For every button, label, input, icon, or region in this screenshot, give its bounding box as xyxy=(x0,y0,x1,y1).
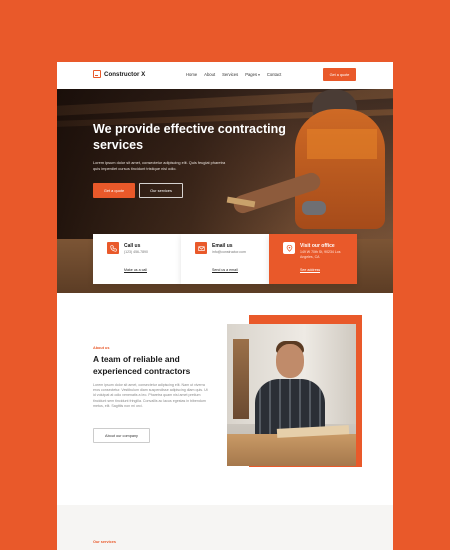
call-us-phone: (123) 456-7890 xyxy=(124,250,148,254)
photo-workbench xyxy=(227,434,356,466)
email-us-address: info@constructor.com xyxy=(212,250,246,254)
visit-office-title: Visit our office xyxy=(300,243,335,249)
about-company-button[interactable]: About our company xyxy=(93,428,150,443)
visit-office-card: Visit our office 149 W 70th St, 90234 Lo… xyxy=(269,234,357,284)
contractor-photo xyxy=(227,324,356,466)
photo-face xyxy=(276,344,304,378)
photo-shelf xyxy=(233,339,249,419)
email-us-title: Email us xyxy=(212,243,233,249)
nav-item-home[interactable]: Home xyxy=(186,72,197,77)
logo-square-icon xyxy=(93,70,101,78)
hero-text: Lorem ipsum dolor sit amet, consectetur … xyxy=(93,160,226,171)
nav-item-about[interactable]: About xyxy=(204,72,215,77)
logo-text: Constructor X xyxy=(104,70,146,78)
nav-item-contact[interactable]: Contact xyxy=(267,72,281,77)
services-kicker: Our services xyxy=(93,540,117,544)
main-menu: Home About Services Pages▾ Contact xyxy=(186,72,281,77)
nav-item-services[interactable]: Services xyxy=(222,72,238,77)
hero-title: We provide effective contracting service… xyxy=(93,122,286,152)
about-text: Lorem ipsum dolor sit amet, consectetur … xyxy=(93,383,208,408)
location-pin-icon xyxy=(283,242,295,254)
phone-icon xyxy=(107,242,119,254)
hero-worker-glove xyxy=(302,201,326,215)
about-section: About us A team of reliable and experien… xyxy=(57,293,393,493)
about-title: A team of reliable and experienced contr… xyxy=(93,354,191,376)
hero-our-services-button[interactable]: Our services xyxy=(139,183,183,198)
nav-item-pages[interactable]: Pages▾ xyxy=(245,72,260,77)
about-kicker: About us xyxy=(93,346,110,350)
services-section: Our services xyxy=(57,505,393,550)
call-us-card: Call us (123) 456-7890 Make us a call xyxy=(93,234,181,284)
make-call-link[interactable]: Make us a call xyxy=(124,268,147,273)
email-us-card: Email us info@constructor.com Send us a … xyxy=(181,234,269,284)
nav-item-pages-label: Pages xyxy=(245,72,258,77)
nav-get-quote-button[interactable]: Get a quote xyxy=(323,68,356,81)
hero-worker-vest xyxy=(307,129,377,159)
see-address-link[interactable]: See address xyxy=(300,268,321,273)
top-navigation: Constructor X Home About Services Pages▾… xyxy=(57,62,393,89)
contact-cards: Call us (123) 456-7890 Make us a call Em… xyxy=(93,234,357,284)
landing-page: Constructor X Home About Services Pages▾… xyxy=(57,62,393,550)
logo[interactable]: Constructor X xyxy=(93,70,145,78)
hero-get-quote-button[interactable]: Get a quote xyxy=(93,183,135,198)
office-address: 149 W 70th St, 90234 Los Angeles, CA xyxy=(300,250,341,259)
send-email-link[interactable]: Send us a email xyxy=(212,268,238,273)
mail-icon xyxy=(195,242,207,254)
call-us-title: Call us xyxy=(124,243,141,249)
chevron-down-icon: ▾ xyxy=(258,73,260,77)
